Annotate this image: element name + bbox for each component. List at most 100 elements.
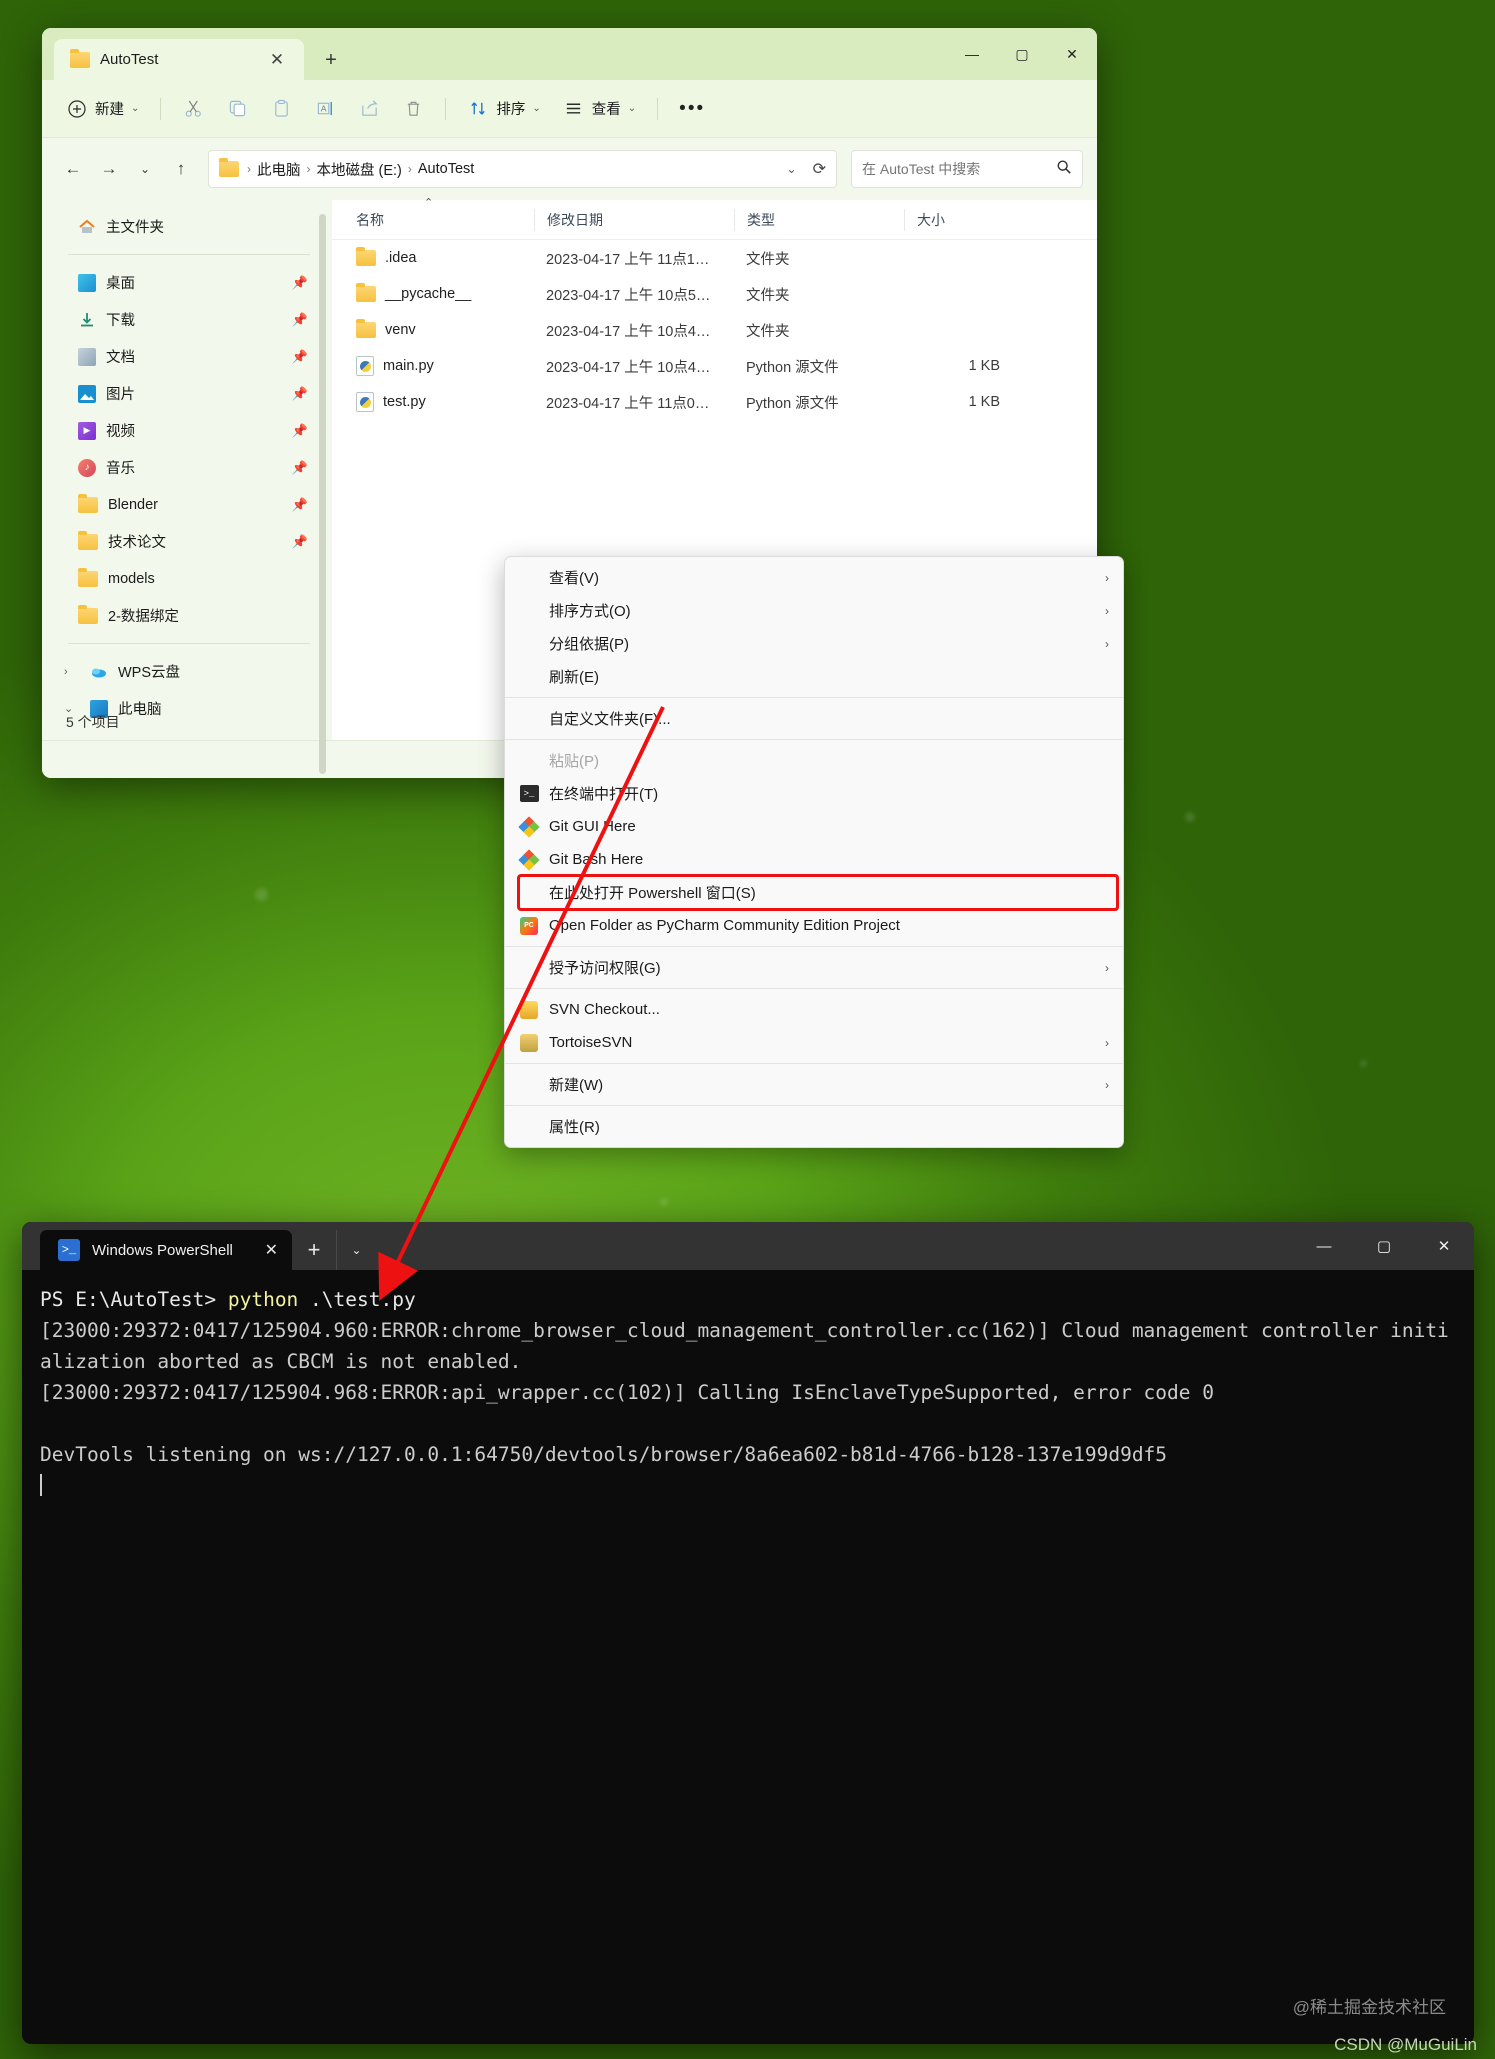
sidebar-item-wps-cloud[interactable]: › WPS云盘 <box>42 653 332 690</box>
pin-icon[interactable]: 📌 <box>292 275 308 291</box>
breadcrumb-item-this-pc[interactable]: 此电脑 <box>257 159 301 180</box>
menu-item-grant-access[interactable]: 授予访问权限(G) › <box>505 951 1123 984</box>
more-options-button[interactable]: ••• <box>669 91 715 127</box>
minimize-button[interactable]: — <box>1294 1222 1354 1270</box>
close-icon[interactable]: ✕ <box>265 1240 278 1260</box>
table-row[interactable]: .idea 2023-04-17 上午 11点1… 文件夹 <box>332 240 1097 276</box>
pin-icon[interactable]: 📌 <box>292 386 308 402</box>
copy-button[interactable] <box>216 91 258 127</box>
menu-item-git-bash-here[interactable]: Git Bash Here <box>505 843 1123 876</box>
breadcrumb-item-local-disk[interactable]: 本地磁盘 (E:) <box>317 159 402 180</box>
breadcrumb[interactable]: › 此电脑 › 本地磁盘 (E:) › AutoTest ⌄ ⟳ <box>208 150 837 188</box>
column-header-size[interactable]: 大小 <box>904 208 1014 231</box>
column-header-name[interactable]: ⌃ 名称 <box>344 197 534 231</box>
back-button[interactable]: ← <box>56 152 90 186</box>
breadcrumb-item-autotest[interactable]: AutoTest <box>418 161 474 177</box>
new-button[interactable]: 新建 ⌄ <box>56 91 149 127</box>
minimize-button[interactable]: — <box>947 28 997 80</box>
explorer-window-controls: — ▢ ✕ <box>947 28 1097 80</box>
file-name-cell[interactable]: test.py <box>344 392 534 412</box>
explorer-tab-autotest[interactable]: AutoTest ✕ <box>54 39 304 80</box>
wallpaper-bokeh <box>1360 1060 1367 1067</box>
menu-item-open-in-terminal[interactable]: >_ 在终端中打开(T) <box>505 777 1123 810</box>
new-tab-button[interactable]: + <box>316 45 346 75</box>
column-header-type[interactable]: 类型 <box>734 208 904 231</box>
menu-separator <box>505 697 1123 698</box>
chevron-down-icon[interactable]: ⌄ <box>336 1230 376 1270</box>
file-name-cell[interactable]: __pycache__ <box>344 283 534 302</box>
search-box[interactable] <box>851 150 1083 188</box>
table-row[interactable]: main.py 2023-04-17 上午 10点4… Python 源文件 1… <box>332 348 1097 384</box>
powershell-tab[interactable]: >_ Windows PowerShell ✕ <box>40 1230 292 1270</box>
menu-item-customize-folder[interactable]: 自定义文件夹(F)... <box>505 702 1123 735</box>
sidebar-item-home[interactable]: 主文件夹 <box>42 208 332 245</box>
column-headers: ⌃ 名称 修改日期 类型 大小 <box>332 197 1097 240</box>
search-input[interactable] <box>862 161 1048 177</box>
close-icon[interactable]: ✕ <box>262 45 292 75</box>
close-button[interactable]: ✕ <box>1047 28 1097 80</box>
wallpaper-bokeh <box>660 1198 668 1206</box>
menu-item-open-folder-as-pycharm-project[interactable]: PC Open Folder as PyCharm Community Edit… <box>505 909 1123 942</box>
sidebar-item-models[interactable]: models <box>42 560 332 597</box>
search-icon[interactable] <box>1056 159 1072 180</box>
paste-button[interactable] <box>260 91 302 127</box>
pin-icon[interactable]: 📌 <box>292 349 308 365</box>
maximize-button[interactable]: ▢ <box>1354 1222 1414 1270</box>
column-label: 名称 <box>356 211 384 228</box>
rename-button[interactable]: A <box>304 91 346 127</box>
chevron-right-icon: › <box>1105 1035 1109 1050</box>
pin-icon[interactable]: 📌 <box>292 497 308 513</box>
sidebar-item-videos[interactable]: ▶ 视频 📌 <box>42 412 332 449</box>
forward-button[interactable]: → <box>92 152 126 186</box>
sidebar-item-downloads[interactable]: 下载 📌 <box>42 301 332 338</box>
menu-item-new[interactable]: 新建(W) › <box>505 1068 1123 1101</box>
pin-icon[interactable]: 📌 <box>292 312 308 328</box>
menu-item-sort-by[interactable]: 排序方式(O) › <box>505 594 1123 627</box>
pin-icon[interactable]: 📌 <box>292 534 308 550</box>
sidebar-item-data-binding[interactable]: 2-数据绑定 <box>42 597 332 634</box>
refresh-icon[interactable]: ⟳ <box>813 159 826 179</box>
table-row[interactable]: test.py 2023-04-17 上午 11点0… Python 源文件 1… <box>332 384 1097 420</box>
menu-item-git-gui-here[interactable]: Git GUI Here <box>505 810 1123 843</box>
menu-item-group-by[interactable]: 分组依据(P) › <box>505 627 1123 660</box>
column-header-date[interactable]: 修改日期 <box>534 208 734 231</box>
share-button[interactable] <box>348 91 390 127</box>
chevron-down-icon[interactable]: ⌄ <box>777 162 807 176</box>
powershell-terminal-output[interactable]: PS E:\AutoTest> python .\test.py [23000:… <box>22 1270 1474 2044</box>
table-row[interactable]: __pycache__ 2023-04-17 上午 10点5… 文件夹 <box>332 276 1097 312</box>
sidebar-item-tech-papers[interactable]: 技术论文 📌 <box>42 523 332 560</box>
sidebar-scrollbar[interactable] <box>319 214 326 774</box>
file-name-cell[interactable]: venv <box>344 319 534 338</box>
sidebar-item-pictures[interactable]: 图片 📌 <box>42 375 332 412</box>
delete-button[interactable] <box>392 91 434 127</box>
table-row[interactable]: venv 2023-04-17 上午 10点4… 文件夹 <box>332 312 1097 348</box>
menu-item-view[interactable]: 查看(V) › <box>505 561 1123 594</box>
sidebar-item-music[interactable]: ♪ 音乐 📌 <box>42 449 332 486</box>
file-name-cell[interactable]: .idea <box>344 247 534 266</box>
chevron-right-icon[interactable]: › <box>64 666 80 678</box>
menu-item-svn-checkout[interactable]: SVN Checkout... <box>505 993 1123 1026</box>
menu-item-open-powershell-here[interactable]: 在此处打开 Powershell 窗口(S) <box>517 874 1119 911</box>
tortoisesvn-icon <box>519 1033 539 1053</box>
sidebar-item-desktop[interactable]: 桌面 📌 <box>42 264 332 301</box>
menu-item-refresh[interactable]: 刷新(E) <box>505 660 1123 693</box>
sidebar-item-label: Blender <box>108 496 158 513</box>
menu-separator <box>505 1063 1123 1064</box>
sidebar-item-documents[interactable]: 文档 📌 <box>42 338 332 375</box>
shell-command-arg: .\test.py <box>298 1288 416 1311</box>
menu-item-tortoisesvn[interactable]: TortoiseSVN › <box>505 1026 1123 1059</box>
maximize-button[interactable]: ▢ <box>997 28 1047 80</box>
menu-item-properties[interactable]: 属性(R) <box>505 1110 1123 1143</box>
sort-button-label: 排序 <box>496 102 526 118</box>
pin-icon[interactable]: 📌 <box>292 460 308 476</box>
pin-icon[interactable]: 📌 <box>292 423 308 439</box>
sidebar-item-blender[interactable]: Blender 📌 <box>42 486 332 523</box>
view-button[interactable]: 查看 ⌄ <box>553 91 646 127</box>
close-button[interactable]: ✕ <box>1414 1222 1474 1270</box>
recent-locations-button[interactable]: ⌄ <box>128 152 162 186</box>
up-button[interactable]: ↑ <box>164 152 198 186</box>
cut-button[interactable] <box>172 91 214 127</box>
sort-button[interactable]: 排序 ⌄ <box>457 91 550 127</box>
file-name-cell[interactable]: main.py <box>344 356 534 376</box>
new-tab-button[interactable]: + <box>292 1230 336 1270</box>
